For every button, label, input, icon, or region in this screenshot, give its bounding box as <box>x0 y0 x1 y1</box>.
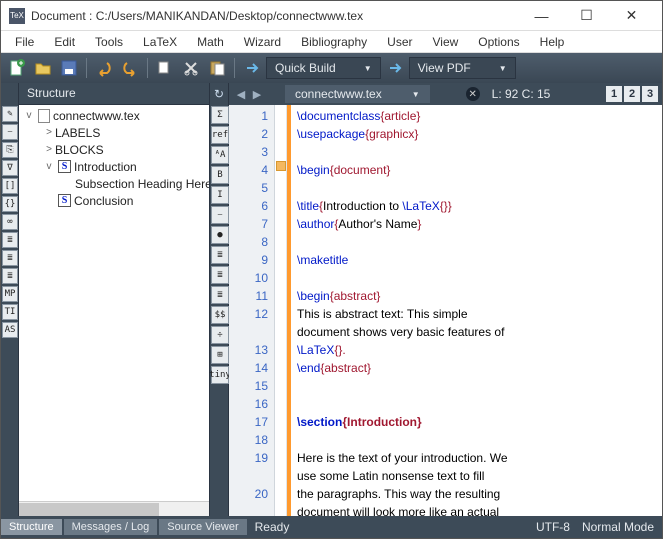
tree-row[interactable]: Subsection Heading Here <box>19 175 209 192</box>
tool-button[interactable]: $$ <box>211 306 229 324</box>
tree-row[interactable]: vconnectwww.tex <box>19 107 209 124</box>
tool-button[interactable]: ≣ <box>211 266 229 284</box>
menu-math[interactable]: Math <box>187 33 234 51</box>
chevron-down-icon: ▼ <box>499 64 507 73</box>
menu-options[interactable]: Options <box>468 33 529 51</box>
status-encoding[interactable]: UTF-8 <box>536 520 570 534</box>
tool-button[interactable]: I <box>211 186 229 204</box>
section-icon: S <box>58 194 71 207</box>
page-indicator[interactable]: 2 <box>624 86 640 102</box>
editor-pane: ◀ ▶ connectwww.tex▼ ✕ L: 92 C: 15 1 2 3 … <box>229 83 662 516</box>
tree-row[interactable]: SConclusion <box>19 192 209 209</box>
symbol-button[interactable]: ≣ <box>2 232 18 248</box>
structure-panel: Structure vconnectwww.tex >LABELS >BLOCK… <box>19 83 209 516</box>
tool-button[interactable]: ● <box>211 226 229 244</box>
document-icon <box>38 109 50 123</box>
tool-button[interactable]: tiny <box>211 366 229 384</box>
minimize-button[interactable]: — <box>519 2 564 30</box>
tab-close-button[interactable]: ✕ <box>466 87 480 101</box>
chevron-down-icon: ▼ <box>364 64 372 73</box>
tool-button[interactable]: ≣ <box>211 246 229 264</box>
maximize-button[interactable]: ☐ <box>564 2 609 30</box>
tool-button[interactable]: ÷ <box>211 326 229 344</box>
page-indicator[interactable]: 1 <box>606 86 622 102</box>
line-gutter: 123456789101112131415161718192021 <box>229 105 275 516</box>
menu-bar: File Edit Tools LaTeX Math Wizard Biblio… <box>1 31 662 53</box>
menu-wizard[interactable]: Wizard <box>234 33 291 51</box>
refresh-icon[interactable]: ↻ <box>214 87 224 101</box>
undo-button[interactable] <box>92 56 116 80</box>
section-icon: S <box>58 160 71 173</box>
menu-help[interactable]: Help <box>530 33 575 51</box>
status-tab-messages[interactable]: Messages / Log <box>64 519 158 535</box>
nav-fwd-button[interactable]: ▶ <box>249 86 265 102</box>
code-text[interactable]: \documentclass{article} \usepackage{grap… <box>291 105 662 516</box>
structure-tree[interactable]: vconnectwww.tex >LABELS >BLOCKS vSIntrod… <box>19 105 209 501</box>
menu-view[interactable]: View <box>423 33 469 51</box>
mid-tool-strip: ↻ Σ ref ᴬA B I ⎯ ● ≣ ≣ ≣ $$ ÷ ⊞ tiny <box>209 83 229 516</box>
symbol-button[interactable]: ≣ <box>2 250 18 266</box>
menu-tools[interactable]: Tools <box>85 33 133 51</box>
status-mode[interactable]: Normal Mode <box>582 520 654 534</box>
save-button[interactable] <box>57 56 81 80</box>
cut-button[interactable] <box>179 56 203 80</box>
symbol-button[interactable]: ≣ <box>2 268 18 284</box>
paste-button[interactable] <box>205 56 229 80</box>
left-symbol-strip: ✎ ⎯ ⎘ ∇ [] {} ∞ ≣ ≣ ≣ MP TI AS <box>1 83 19 516</box>
status-bar: Structure Messages / Log Source Viewer R… <box>1 516 662 538</box>
view-run-button[interactable] <box>383 56 407 80</box>
menu-edit[interactable]: Edit <box>44 33 85 51</box>
symbol-button[interactable]: TI <box>2 304 18 320</box>
menu-user[interactable]: User <box>377 33 422 51</box>
editor-tab[interactable]: connectwww.tex▼ <box>285 85 430 103</box>
menu-file[interactable]: File <box>5 33 44 51</box>
main-toolbar: Quick Build▼ View PDF▼ <box>1 53 662 83</box>
symbol-button[interactable]: [] <box>2 178 18 194</box>
symbol-button[interactable]: AS <box>2 322 18 338</box>
tool-button[interactable]: B <box>211 166 229 184</box>
tree-row[interactable]: vSIntroduction <box>19 158 209 175</box>
fold-marker-icon[interactable] <box>276 161 286 171</box>
tool-button[interactable]: ≣ <box>211 286 229 304</box>
cursor-position: L: 92 C: 15 <box>492 87 551 101</box>
tool-button[interactable]: ᴬA <box>211 146 229 164</box>
redo-button[interactable] <box>118 56 142 80</box>
title-bar: TeX Document : C:/Users/MANIKANDAN/Deskt… <box>1 1 662 31</box>
nav-back-button[interactable]: ◀ <box>233 86 249 102</box>
build-combo[interactable]: Quick Build▼ <box>266 57 381 79</box>
status-tab-structure[interactable]: Structure <box>1 519 62 535</box>
run-button[interactable] <box>240 56 264 80</box>
status-ready: Ready <box>255 520 290 534</box>
chevron-down-icon: ▼ <box>412 90 420 99</box>
view-combo[interactable]: View PDF▼ <box>409 57 516 79</box>
menu-latex[interactable]: LaTeX <box>133 33 187 51</box>
structure-hscroll[interactable] <box>19 501 209 516</box>
tool-button[interactable]: Σ <box>211 106 229 124</box>
open-button[interactable] <box>31 56 55 80</box>
tree-row[interactable]: >LABELS <box>19 124 209 141</box>
copy-button[interactable] <box>153 56 177 80</box>
tool-button[interactable]: ⎯ <box>211 206 229 224</box>
symbol-button[interactable]: {} <box>2 196 18 212</box>
symbol-button[interactable]: ✎ <box>2 106 18 122</box>
close-button[interactable]: ✕ <box>609 2 654 30</box>
structure-header: Structure <box>19 83 209 105</box>
fold-gutter[interactable] <box>275 105 287 516</box>
tool-button[interactable]: ⊞ <box>211 346 229 364</box>
symbol-button[interactable]: ∞ <box>2 214 18 230</box>
status-tab-source[interactable]: Source Viewer <box>159 519 246 535</box>
symbol-button[interactable]: ⎯ <box>2 124 18 140</box>
tool-button[interactable]: ref <box>211 126 229 144</box>
symbol-button[interactable]: MP <box>2 286 18 302</box>
window-title: Document : C:/Users/MANIKANDAN/Desktop/c… <box>31 9 519 23</box>
new-button[interactable] <box>5 56 29 80</box>
symbol-button[interactable]: ∇ <box>2 160 18 176</box>
editor-tabbar: ◀ ▶ connectwww.tex▼ ✕ L: 92 C: 15 1 2 3 <box>229 83 662 105</box>
code-editor[interactable]: 123456789101112131415161718192021 \docum… <box>229 105 662 516</box>
menu-bibliography[interactable]: Bibliography <box>291 33 377 51</box>
tree-row[interactable]: >BLOCKS <box>19 141 209 158</box>
page-indicator[interactable]: 3 <box>642 86 658 102</box>
symbol-button[interactable]: ⎘ <box>2 142 18 158</box>
app-icon: TeX <box>9 8 25 24</box>
